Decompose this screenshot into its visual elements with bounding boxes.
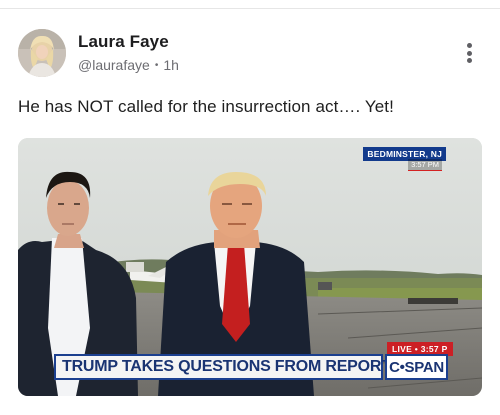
post-media-video[interactable]: BEDMINSTER, NJ 3:57 PM LIVE • 3:57 P TRU… (18, 138, 482, 396)
post-text: He has NOT called for the insurrection a… (18, 97, 394, 116)
author-handle[interactable]: @laurafaye (78, 57, 150, 73)
post-timestamp[interactable]: 1h (163, 57, 179, 73)
post-header: Laura Faye @laurafaye • 1h (18, 29, 484, 79)
location-time: 3:57 PM (408, 159, 442, 171)
more-dot (466, 50, 472, 56)
avatar-image (18, 29, 66, 77)
author-meta: @laurafaye • 1h (78, 57, 179, 73)
news-chyron: TRUMP TAKES QUESTIONS FROM REPORTERS (54, 354, 423, 380)
author-avatar[interactable] (18, 29, 66, 77)
chyron-text: TRUMP TAKES QUESTIONS FROM REPORTERS (62, 358, 424, 375)
author-display-name[interactable]: Laura Faye (78, 32, 179, 52)
author-info: Laura Faye @laurafaye • 1h (78, 32, 179, 73)
more-vertical-icon[interactable] (462, 41, 476, 65)
top-divider (0, 8, 500, 9)
meta-separator: • (154, 59, 159, 71)
more-dot (466, 43, 472, 48)
cspan-logo: C•SPAN (385, 354, 448, 380)
more-dot (466, 58, 472, 63)
